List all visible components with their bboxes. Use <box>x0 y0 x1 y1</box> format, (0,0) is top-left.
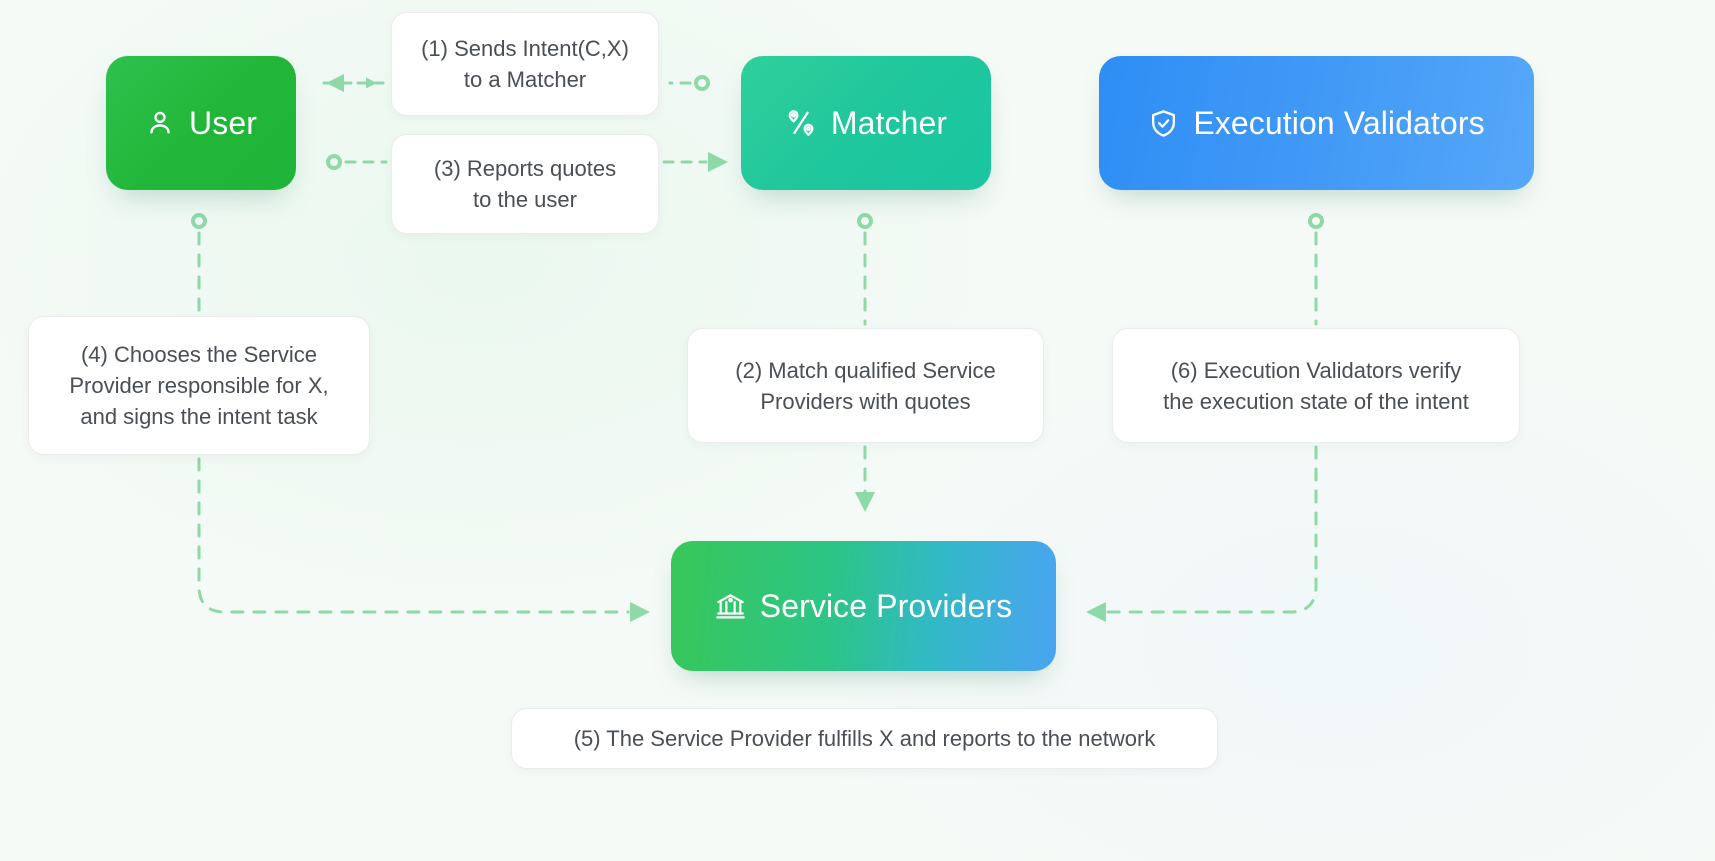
diagram-canvas: User Matcher Execution Validators Servic… <box>0 0 1715 861</box>
node-user[interactable]: User <box>106 56 296 190</box>
callout-step-3-text: (3) Reports quotes to the user <box>433 156 617 212</box>
shield-check-icon <box>1148 108 1179 139</box>
callout-step-6: (6) Execution Validators verify the exec… <box>1112 328 1520 443</box>
user-icon <box>145 108 175 138</box>
route-pins-icon <box>785 107 817 139</box>
bank-icon <box>715 591 746 622</box>
node-execution-validators[interactable]: Execution Validators <box>1099 56 1534 190</box>
callout-step-4-text: (4) Chooses the Service Provider respons… <box>69 342 329 429</box>
callout-step-2-text: (2) Match qualified Service Providers wi… <box>735 357 996 414</box>
node-execution-validators-label: Execution Validators <box>1193 104 1485 141</box>
callout-step-6-text: (6) Execution Validators verify the exec… <box>1163 357 1469 414</box>
node-service-providers[interactable]: Service Providers <box>671 541 1056 671</box>
node-matcher-label: Matcher <box>830 104 948 141</box>
callout-step-3: (3) Reports quotes to the user <box>391 134 659 234</box>
callout-step-5: (5) The Service Provider fulfills X and … <box>511 708 1218 769</box>
node-user-label: User <box>189 104 257 141</box>
callout-step-1-text: (1) Sends Intent(C,X) to a Matcher <box>421 36 629 92</box>
callout-step-4: (4) Chooses the Service Provider respons… <box>28 316 370 455</box>
callout-step-2: (2) Match qualified Service Providers wi… <box>687 328 1044 443</box>
node-matcher[interactable]: Matcher <box>741 56 991 190</box>
node-service-providers-label: Service Providers <box>759 587 1013 624</box>
callout-step-5-text: (5) The Service Provider fulfills X and … <box>573 726 1156 751</box>
callout-step-1: (1) Sends Intent(C,X) to a Matcher <box>391 12 659 116</box>
